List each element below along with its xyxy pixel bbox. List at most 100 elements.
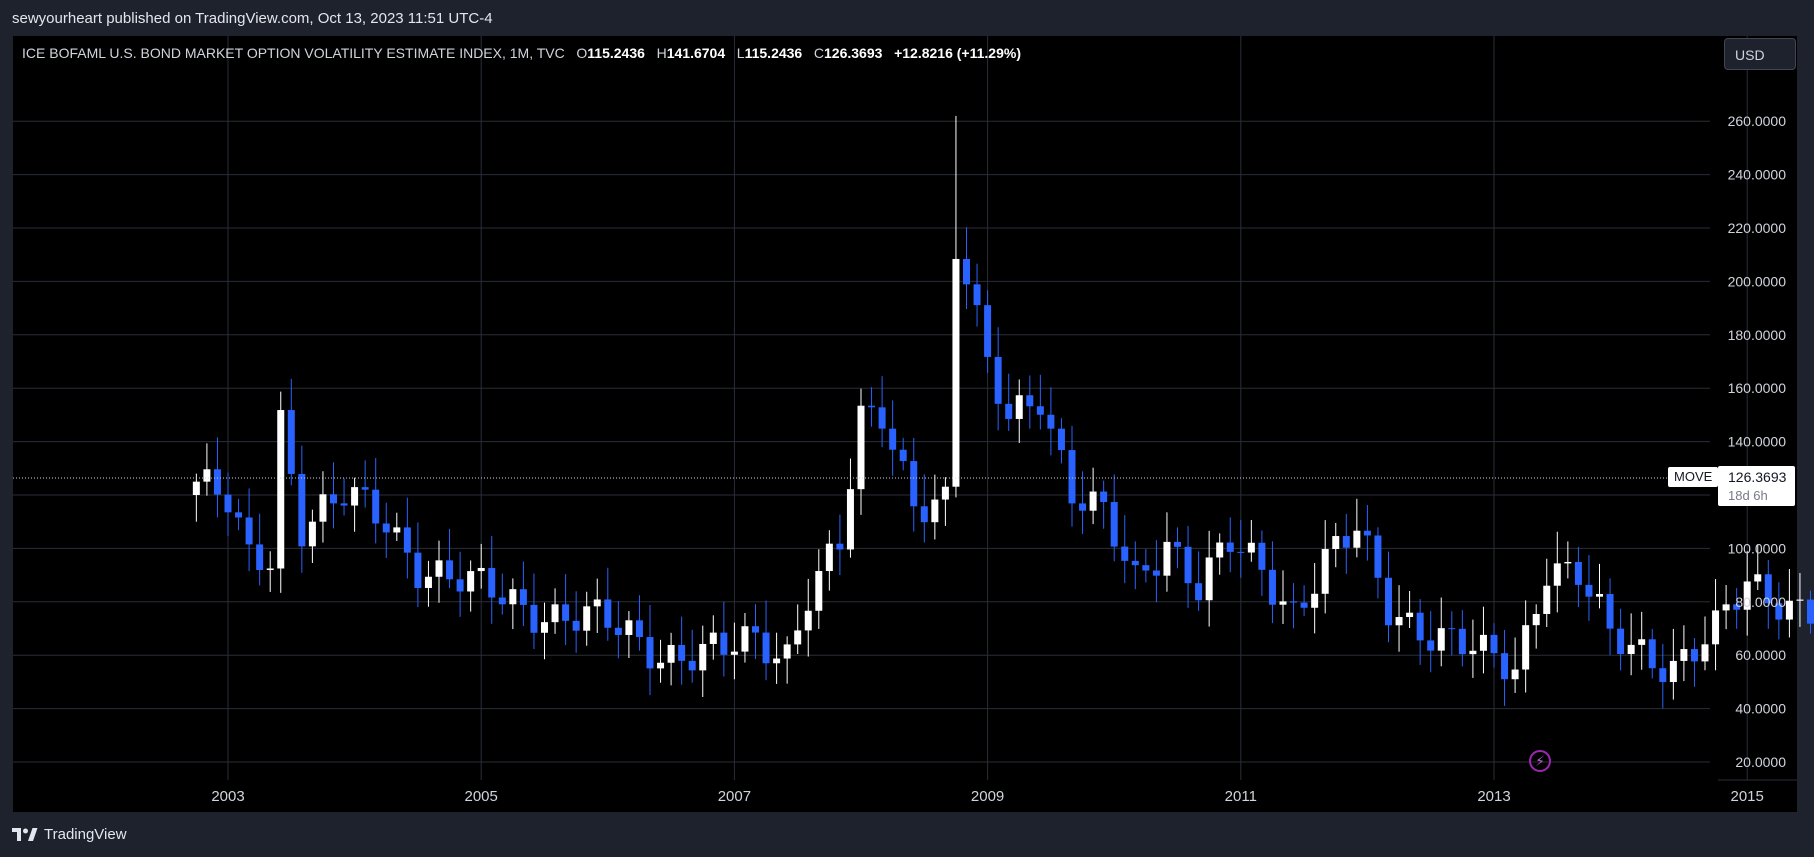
candle-body	[1374, 535, 1382, 578]
candle-body	[541, 622, 548, 633]
candle-body	[1501, 653, 1509, 680]
brand-name: TradingView	[44, 826, 127, 843]
candle-body	[1596, 593, 1603, 597]
candle-body	[836, 543, 844, 550]
candle-body	[1321, 549, 1329, 594]
candle-body	[857, 405, 865, 490]
candle-body	[1522, 625, 1530, 670]
candle-body	[1005, 403, 1013, 419]
candle-body	[910, 461, 918, 507]
candle-body	[730, 651, 738, 655]
price-scale: 260.0000 240.0000 220.0000 200.0000 180.0000…	[1718, 113, 1797, 781]
candle-body	[783, 644, 791, 659]
candle-body	[1237, 551, 1245, 553]
candle-body	[1342, 536, 1350, 548]
candle-body	[1406, 612, 1414, 618]
candle-body	[1785, 600, 1793, 620]
candle-body	[804, 610, 812, 631]
y-tick-label: 200.0000	[1728, 273, 1787, 289]
candle-body	[1385, 577, 1392, 626]
x-tick-label: 2009	[971, 788, 1004, 805]
candle-body	[298, 473, 306, 547]
candle-body	[308, 521, 316, 547]
last-price-value: 126.3693	[1728, 469, 1787, 485]
legend-change: +12.8216 (+11.29%)	[894, 45, 1021, 61]
candle-body	[1247, 542, 1255, 553]
candle-body	[583, 606, 591, 631]
candle-body	[1701, 644, 1709, 662]
currency-button[interactable]: USD	[1724, 38, 1796, 70]
y-tick-label: 40.0000	[1735, 701, 1786, 717]
candle-body	[340, 503, 348, 506]
candle-body	[1796, 599, 1804, 601]
candle-body	[1659, 668, 1667, 683]
candle-body	[1627, 644, 1635, 655]
candle-body	[1754, 574, 1762, 582]
candle-body	[1268, 569, 1276, 605]
candle-body	[1511, 669, 1519, 680]
candle-body	[1416, 612, 1424, 641]
candle-body	[1638, 639, 1646, 645]
tradingview-brand[interactable]: TradingView	[12, 826, 127, 843]
legend-low-value: 115.2436	[744, 45, 803, 61]
candle-body	[994, 356, 1002, 404]
time-scale: 2003200520072009201120132015201720192021…	[211, 788, 1764, 805]
x-tick-label: 2011	[1225, 788, 1257, 805]
candle-body	[1036, 406, 1044, 415]
candle-body	[1669, 660, 1677, 683]
candle-body	[1479, 634, 1487, 651]
candle-body	[1258, 542, 1266, 570]
candle-body	[351, 487, 359, 506]
candle-body	[372, 489, 380, 524]
candle-body	[1195, 583, 1203, 601]
y-tick-label: 20.0000	[1735, 754, 1786, 770]
candle-body	[224, 494, 232, 513]
x-tick-label: 2003	[211, 788, 244, 805]
candle-body	[1015, 395, 1023, 419]
candle-body	[551, 604, 559, 623]
candle-body	[1395, 617, 1403, 626]
legend-low-label: L	[736, 45, 745, 61]
candle-body	[657, 662, 665, 669]
candle-body	[1110, 502, 1118, 547]
candle-body	[899, 449, 907, 462]
candle-body	[1121, 546, 1129, 561]
candle-body	[530, 604, 538, 633]
grid-lines	[13, 36, 1748, 780]
candle-body	[1079, 503, 1087, 511]
candle-body	[213, 469, 221, 495]
candle-body	[1205, 557, 1213, 601]
candle-body	[1606, 593, 1614, 629]
candle-body	[625, 620, 633, 635]
candle-body	[720, 632, 728, 655]
tradingview-logo-icon	[12, 827, 38, 841]
candle-body	[963, 258, 970, 285]
x-tick-label: 2005	[465, 788, 498, 805]
candle-body	[1026, 395, 1034, 407]
candle-body	[1089, 491, 1097, 511]
candle-body	[1152, 570, 1160, 576]
candle-body	[1437, 628, 1445, 651]
candle-body	[593, 599, 601, 607]
candle-body	[1142, 565, 1150, 571]
candle-body	[1585, 584, 1593, 597]
candle-body	[1574, 561, 1582, 585]
candle-body	[1690, 649, 1698, 662]
candle-body	[1332, 536, 1340, 550]
candle-body	[1163, 541, 1171, 576]
candle-body	[815, 571, 823, 611]
candle-body	[1279, 601, 1287, 605]
candle-body	[498, 597, 506, 605]
candle-body	[266, 568, 274, 571]
lightning-icon[interactable]: ⚡	[1529, 750, 1551, 772]
candle-body	[773, 658, 781, 664]
x-tick-label: 2007	[718, 788, 751, 805]
candle-body	[1564, 561, 1572, 564]
legend-close-label: C	[813, 45, 825, 61]
candle-body	[678, 644, 686, 661]
y-tick-label: 60.0000	[1735, 647, 1786, 663]
candle-body	[477, 567, 485, 572]
candle-body	[319, 494, 327, 522]
candle-body	[1057, 428, 1065, 451]
candle-body	[361, 487, 369, 490]
